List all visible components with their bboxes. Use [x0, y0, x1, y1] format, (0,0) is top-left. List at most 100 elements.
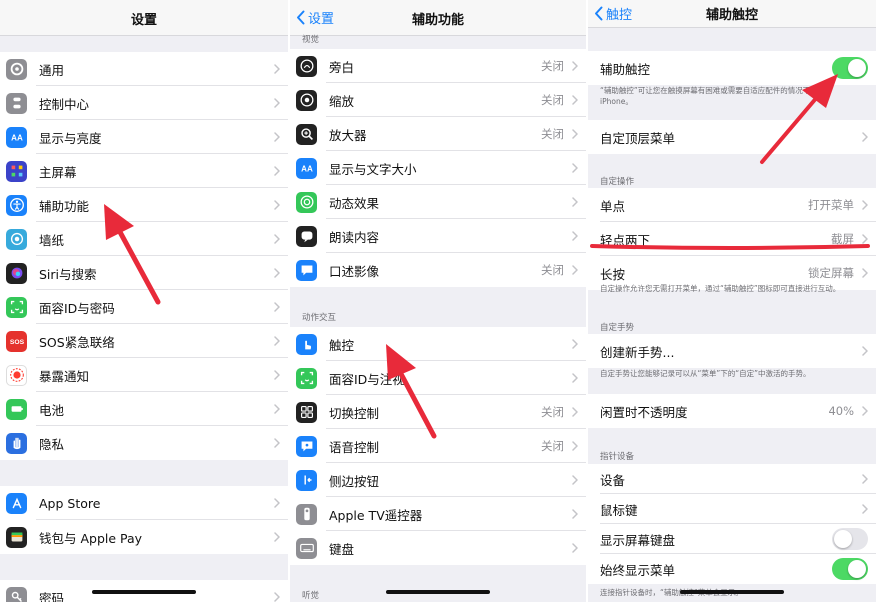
- page-title: 设置: [130, 13, 157, 28]
- settings-row-voiceover[interactable]: 旁白 关闭: [290, 49, 586, 83]
- settings-row-control-center[interactable]: 控制中心: [0, 86, 288, 120]
- face-id-attention-icon-badge: [296, 367, 317, 389]
- settings-screen: 设置 通用控制中心 AA 显示与亮度 主屏幕 辅助功能 墙纸 Siri与搜索面容ID与密码 S…: [0, 0, 288, 602]
- row-label: 面容ID与密码: [39, 300, 115, 316]
- always-show-menu-toggle[interactable]: [832, 558, 868, 580]
- row-label: 键盘: [329, 541, 355, 557]
- settings-row-spoken-content[interactable]: 朗读内容: [290, 219, 586, 253]
- settings-row-text-size[interactable]: AA 显示与文字大小: [290, 151, 586, 185]
- settings-group-store: App Store 钱包与 Apple Pay: [0, 486, 288, 554]
- double-tap-row[interactable]: 轻点两下 截屏: [588, 222, 876, 256]
- action-label: 长按: [600, 266, 626, 282]
- settings-row-gear[interactable]: 通用: [0, 52, 288, 86]
- app-store-icon-badge: [6, 492, 27, 514]
- row-label: Siri与搜索: [39, 266, 97, 282]
- row-value: 关闭: [541, 405, 564, 419]
- settings-row-privacy-hand[interactable]: 隐私: [0, 426, 288, 460]
- interaction-group: 触控 面容ID与注视 切换控制 关闭 语音控制 关闭 侧边按钮 Apple TV遥控器键盘: [290, 327, 586, 565]
- battery-icon-badge: [6, 398, 27, 420]
- settings-row-face-id-attention[interactable]: 面容ID与注视: [290, 361, 586, 395]
- settings-row-face-id[interactable]: 面容ID与密码: [0, 290, 288, 324]
- always-show-menu-label: 始终显示菜单: [600, 562, 676, 578]
- settings-row-zoom[interactable]: 缩放 关闭: [290, 83, 586, 117]
- home-screen-icon-badge: [6, 160, 27, 182]
- settings-row-battery[interactable]: 电池: [0, 392, 288, 426]
- settings-row-app-store[interactable]: App Store: [0, 486, 288, 520]
- settings-row-home-screen[interactable]: 主屏幕: [0, 154, 288, 188]
- assistive-touch-screen: 触控 辅助触控 辅助触控 “辅助触控”可让您在触摸屏幕有困难或需要自适应配件的情…: [588, 0, 876, 602]
- chevron-right-icon: [572, 95, 578, 105]
- display-brightness-icon: AA: [11, 134, 23, 143]
- row-label: 通用: [39, 62, 65, 78]
- settings-row-side-button[interactable]: 侧边按钮: [290, 463, 586, 497]
- siri-icon-badge: [6, 262, 27, 284]
- settings-group-main: 通用控制中心 AA 显示与亮度 主屏幕 辅助功能 墙纸 Siri与搜索面容ID与密码 SOS S…: [0, 52, 288, 460]
- settings-row-motion[interactable]: 动态效果: [290, 185, 586, 219]
- settings-row-display-brightness[interactable]: AA 显示与亮度: [0, 120, 288, 154]
- chevron-right-icon: [274, 200, 280, 210]
- settings-row-magnifier[interactable]: 放大器 关闭: [290, 117, 586, 151]
- chevron-right-icon: [862, 200, 868, 210]
- idle-opacity-row[interactable]: 闲置时不透明度 40%: [588, 394, 876, 428]
- idle-opacity-value: 40%: [828, 404, 854, 418]
- chevron-right-icon: [274, 166, 280, 176]
- gear-icon: [10, 62, 23, 76]
- motion-icon-badge: [296, 191, 317, 213]
- touch-icon: [304, 340, 311, 350]
- key-icon-badge: [6, 586, 27, 602]
- row-label: SOS紧急联络: [39, 334, 115, 350]
- home-indicator[interactable]: [92, 590, 196, 594]
- settings-row-exposure-notification[interactable]: 暴露通知: [0, 358, 288, 392]
- settings-row-accessibility[interactable]: 辅助功能: [0, 188, 288, 222]
- settings-row-sos[interactable]: SOS SOS紧急联络: [0, 324, 288, 358]
- settings-row-keyboard[interactable]: 键盘: [290, 531, 586, 565]
- custom-actions-group: 单点 打开菜单 轻点两下 截屏长按 锁定屏幕: [588, 188, 876, 290]
- assistive-touch-description: “辅助触控”可让您在触摸屏幕有困难或需要自适应配件的情况下使用iPhone。: [600, 86, 826, 106]
- chevron-right-icon: [274, 98, 280, 108]
- settings-row-touch[interactable]: 触控: [290, 327, 586, 361]
- chevron-right-icon: [274, 592, 280, 602]
- row-label: 隐私: [39, 436, 65, 452]
- home-indicator[interactable]: [386, 590, 490, 594]
- devices-row[interactable]: 设备: [588, 464, 876, 494]
- custom-actions-description: 自定操作允许您无需打开菜单，通过“辅助触控”图标即可直接进行互动。: [600, 284, 841, 293]
- key-icon: [11, 591, 22, 602]
- settings-row-apple-tv-remote[interactable]: Apple TV遥控器: [290, 497, 586, 531]
- chevron-right-icon: [572, 129, 578, 139]
- voiceover-icon: [300, 59, 313, 73]
- row-label: 钱包与 Apple Pay: [39, 530, 143, 546]
- accessibility-screen: 设置 辅助功能 视觉 旁白 关闭 缩放 关闭 放大器 关闭 AA 显示与文字大小 动态效果 朗读内…: [290, 0, 586, 602]
- spoken-content-icon: [301, 231, 312, 243]
- assistive-touch-row[interactable]: 辅助触控: [588, 51, 876, 85]
- single-tap-row[interactable]: 单点 打开菜单: [588, 188, 876, 222]
- settings-row-wallet[interactable]: 钱包与 Apple Pay: [0, 520, 288, 554]
- show-onscreen-keyboard-row: 显示屏幕键盘: [588, 524, 876, 554]
- show-onscreen-keyboard-toggle[interactable]: [832, 528, 868, 550]
- settings-row-wallpaper[interactable]: 墙纸: [0, 222, 288, 256]
- row-value: 关闭: [541, 127, 564, 141]
- settings-row-switch-control[interactable]: 切换控制 关闭: [290, 395, 586, 429]
- mouse-keys-row[interactable]: 鼠标键: [588, 494, 876, 524]
- home-indicator[interactable]: [680, 590, 784, 594]
- assistive-touch-toggle-group: 辅助触控: [588, 51, 876, 85]
- customize-top-menu-row[interactable]: 自定顶层菜单: [588, 120, 876, 154]
- chevron-right-icon: [274, 404, 280, 414]
- home-screen-icon: [11, 165, 22, 177]
- assistive-touch-toggle[interactable]: [832, 57, 868, 79]
- accessibility-nav-bar: 设置 辅助功能: [290, 0, 586, 36]
- row-value: 关闭: [541, 439, 564, 453]
- settings-row-voice-control[interactable]: 语音控制 关闭: [290, 429, 586, 463]
- chevron-right-icon: [274, 132, 280, 142]
- action-value: 锁定屏幕: [808, 266, 854, 280]
- side-button-icon: [303, 475, 311, 485]
- settings-row-audio-description[interactable]: 口述影像 关闭: [290, 253, 586, 287]
- chevron-right-icon: [572, 265, 578, 275]
- create-new-gesture-row[interactable]: 创建新手势...: [588, 334, 876, 368]
- chevron-right-icon: [274, 64, 280, 74]
- motion-icon: [300, 195, 313, 209]
- accessibility-icon-badge: [6, 194, 27, 216]
- toggle-knob: [834, 530, 852, 548]
- settings-row-siri[interactable]: Siri与搜索: [0, 256, 288, 290]
- section-header-pointer-devices: 指针设备: [600, 452, 635, 462]
- chevron-right-icon: [572, 373, 578, 383]
